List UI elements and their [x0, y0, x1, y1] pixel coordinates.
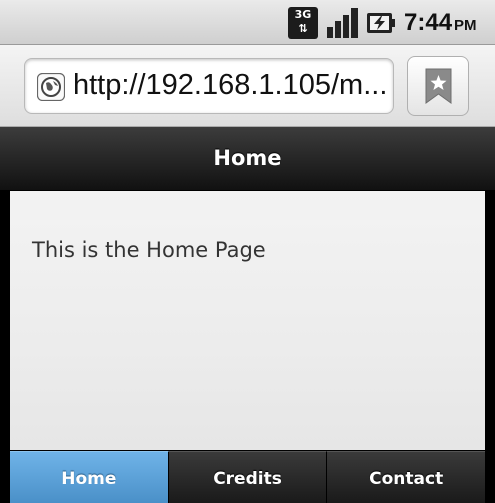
page-content: This is the Home Page	[10, 191, 485, 450]
bookmark-icon	[425, 68, 452, 104]
tab-home[interactable]: Home	[10, 451, 169, 503]
clock-ampm: PM	[454, 17, 477, 34]
globe-icon	[37, 73, 65, 101]
tab-credits[interactable]: Credits	[168, 451, 328, 503]
network-type-label: 3G	[294, 8, 312, 21]
data-arrows-icon: ⇅	[298, 22, 308, 35]
url-text: http://192.168.1.105/m...	[73, 69, 388, 101]
battery-charging-icon	[367, 13, 395, 33]
signal-icon	[327, 8, 358, 38]
page-header: Home	[0, 127, 495, 191]
page-title: Home	[213, 146, 282, 170]
browser-toolbar: http://192.168.1.105/m...	[0, 45, 495, 127]
url-field[interactable]: http://192.168.1.105/m...	[24, 58, 394, 114]
home-page-text: This is the Home Page	[32, 238, 266, 262]
footer-tab-bar: Home Credits Contact	[10, 451, 486, 503]
bookmark-button[interactable]	[407, 56, 469, 116]
network-3g-icon: 3G ⇅	[288, 7, 318, 39]
clock-time: 7:44	[404, 9, 453, 36]
status-bar: 3G ⇅ 7:44 PM	[0, 0, 495, 45]
android-browser-screen: 3G ⇅ 7:44 PM http://192.168.1.105/m... H…	[0, 0, 495, 503]
tab-contact[interactable]: Contact	[327, 451, 486, 503]
status-clock: 7:44 PM	[404, 9, 477, 37]
